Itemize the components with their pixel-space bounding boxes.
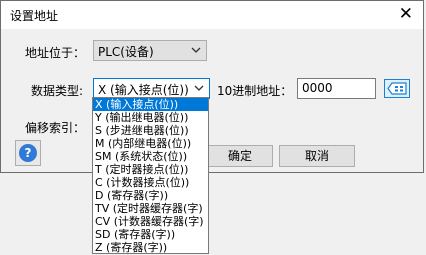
- data-type-option[interactable]: S (步进继电器(位)): [93, 124, 208, 137]
- keypad-button[interactable]: [384, 79, 410, 98]
- data-type-option[interactable]: C (计数器接点(位)): [93, 176, 208, 189]
- decimal-address-value: 0000: [302, 81, 333, 95]
- cancel-button[interactable]: 取消: [279, 145, 355, 167]
- data-type-option[interactable]: T (定时器接点(位)): [93, 163, 208, 176]
- data-type-select[interactable]: X (输入接点(位)): [93, 78, 210, 99]
- close-icon[interactable]: ✕: [399, 4, 413, 24]
- data-type-label: 数据类型:: [31, 84, 84, 98]
- chevron-down-icon: [194, 85, 204, 91]
- data-type-option[interactable]: X (输入接点(位)): [93, 98, 208, 111]
- data-type-option[interactable]: D (寄存器(字)): [93, 189, 208, 202]
- address-location-value: PLC(设备): [98, 45, 154, 59]
- decimal-address-label: 10进制地址：: [217, 84, 293, 98]
- data-type-option[interactable]: M (内部继电器(位)): [93, 137, 208, 150]
- data-type-option[interactable]: Y (输出继电器(位)): [93, 111, 208, 124]
- dialog-title: 设置地址: [10, 9, 59, 23]
- data-type-dropdown-list: X (输入接点(位)) Y (输出继电器(位)) S (步进继电器(位)) M …: [92, 97, 209, 254]
- help-icon: ?: [19, 144, 37, 162]
- decimal-address-input[interactable]: 0000: [297, 78, 376, 99]
- data-type-option[interactable]: SD (寄存器(字)): [93, 228, 208, 241]
- chevron-down-icon: [191, 47, 201, 53]
- address-location-label: 地址位于：: [25, 46, 86, 60]
- help-button[interactable]: ?: [15, 140, 41, 166]
- offset-index-label: 偏移索引：: [25, 121, 86, 135]
- keypad-icon: [387, 82, 407, 95]
- data-type-option[interactable]: Z (寄存器(字)): [93, 241, 208, 253]
- data-type-value: X (输入接点(位)): [98, 83, 189, 97]
- address-location-select[interactable]: PLC(设备): [93, 40, 207, 61]
- data-type-option[interactable]: TV (定时器缓存器(字): [93, 202, 208, 215]
- ok-button[interactable]: 确定: [207, 145, 273, 167]
- data-type-option[interactable]: SM (系统状态(位)): [93, 150, 208, 163]
- title-bar: 设置地址 ✕: [1, 1, 423, 29]
- set-address-dialog: 设置地址 ✕ 地址位于： PLC(设备) 数据类型: X (输入接点(位)) 1…: [0, 0, 424, 173]
- data-type-option[interactable]: CV (计数器缓存器(字): [93, 215, 208, 228]
